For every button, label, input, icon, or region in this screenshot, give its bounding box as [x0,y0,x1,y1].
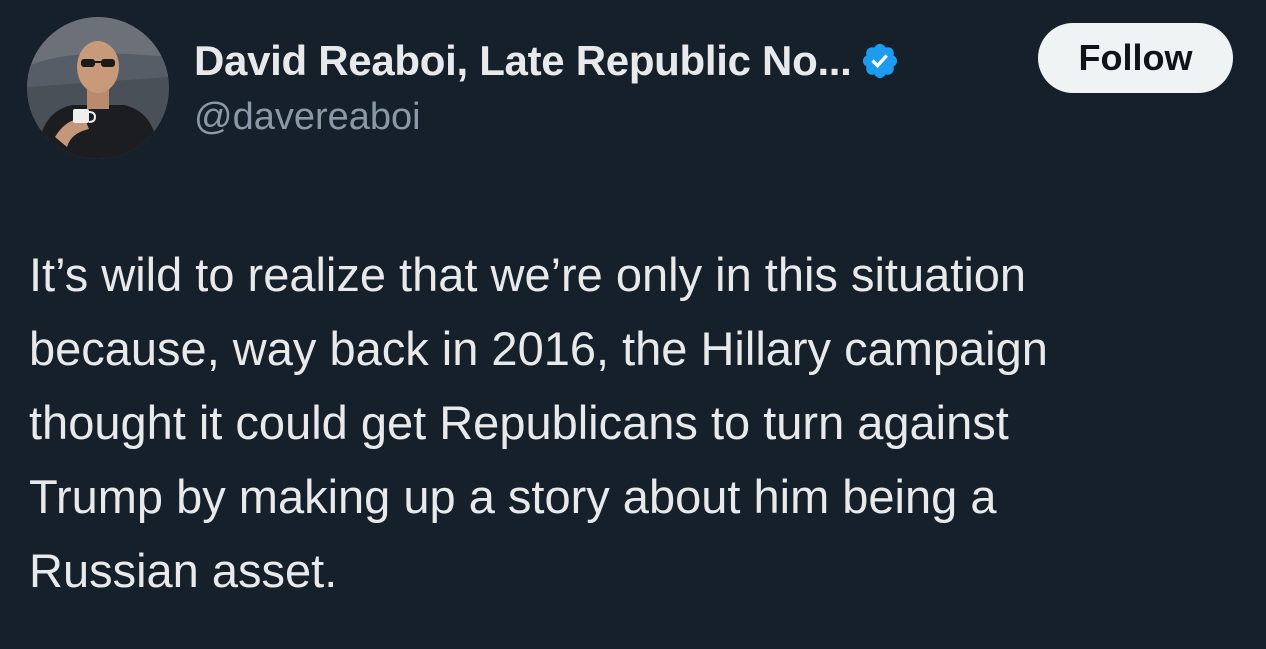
author-name-row: David Reaboi, Late Republic No... [194,34,900,88]
follow-button[interactable]: Follow [1038,23,1233,93]
avatar-photo-image [27,17,169,159]
tweet-text-line: thought it could get Republicans to turn… [29,396,1009,449]
tweet-card: David Reaboi, Late Republic No... @daver… [0,0,1266,649]
verified-badge-icon[interactable] [860,41,900,81]
tweet-body: It’s wild to realize that we’re only in … [29,238,1239,608]
tweet-text-line: because, way back in 2016, the Hillary c… [29,322,1048,375]
tweet-text-line: It’s wild to realize that we’re only in … [29,248,1027,301]
tweet-text-line: Trump by making up a story about him bei… [29,470,997,523]
author-handle[interactable]: @davereaboi [194,96,421,139]
author-avatar[interactable] [27,17,169,159]
tweet-text-line: Russian asset. [29,544,338,597]
author-display-name[interactable]: David Reaboi, Late Republic No... [194,37,852,85]
